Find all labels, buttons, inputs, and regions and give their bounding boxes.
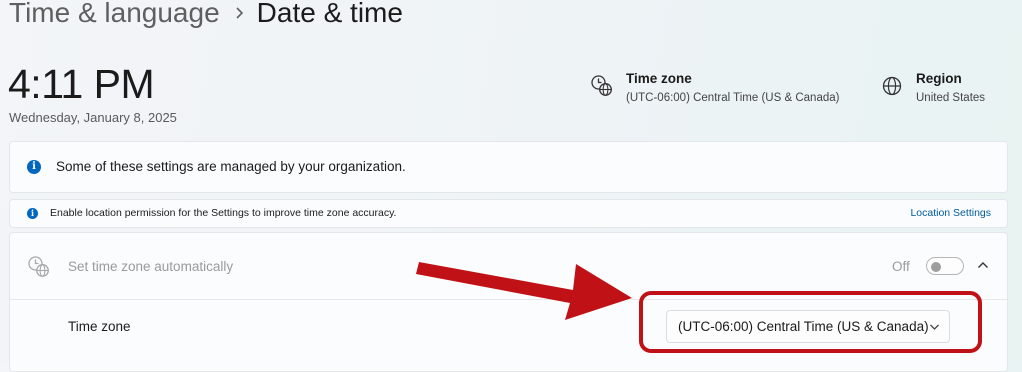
chevron-up-icon[interactable] xyxy=(977,260,989,270)
breadcrumb-parent[interactable]: Time & language xyxy=(9,0,220,29)
managed-banner-text: Some of these settings are managed by yo… xyxy=(56,159,406,174)
toggle-knob xyxy=(931,262,941,272)
region-summary-title: Region xyxy=(916,71,962,86)
location-settings-link[interactable]: Location Settings xyxy=(910,207,991,219)
timezone-label: Time zone xyxy=(68,319,131,334)
page-title: Date & time xyxy=(256,0,403,28)
globe-icon xyxy=(880,74,904,98)
timezone-summary-value: (UTC-06:00) Central Time (US & Canada) xyxy=(626,92,840,104)
clock-globe-icon xyxy=(590,74,614,98)
info-icon: i xyxy=(27,160,41,174)
info-icon: i xyxy=(27,208,38,219)
location-banner-text: Enable location permission for the Setti… xyxy=(50,207,397,219)
auto-timezone-state: Off xyxy=(892,259,910,274)
managed-banner: i Some of these settings are managed by … xyxy=(9,141,1008,193)
location-banner: i Enable location permission for the Set… xyxy=(9,199,1008,228)
current-date: Wednesday, January 8, 2025 xyxy=(9,110,177,125)
auto-timezone-toggle[interactable] xyxy=(926,257,964,275)
timezone-summary: Time zone (UTC-06:00) Central Time (US &… xyxy=(590,70,839,107)
annotation-highlight-box xyxy=(639,291,982,353)
current-time: 4:11 PM xyxy=(8,61,155,107)
timezone-summary-title: Time zone xyxy=(626,71,692,86)
region-summary-value: United States xyxy=(916,92,986,104)
region-summary: Region United States xyxy=(880,70,985,107)
breadcrumb: Time & language Date & time xyxy=(9,0,403,29)
annotation-arrow xyxy=(410,262,640,332)
auto-timezone-label: Set time zone automatically xyxy=(68,259,234,274)
chevron-right-icon xyxy=(235,6,244,20)
clock-globe-icon xyxy=(27,255,51,279)
